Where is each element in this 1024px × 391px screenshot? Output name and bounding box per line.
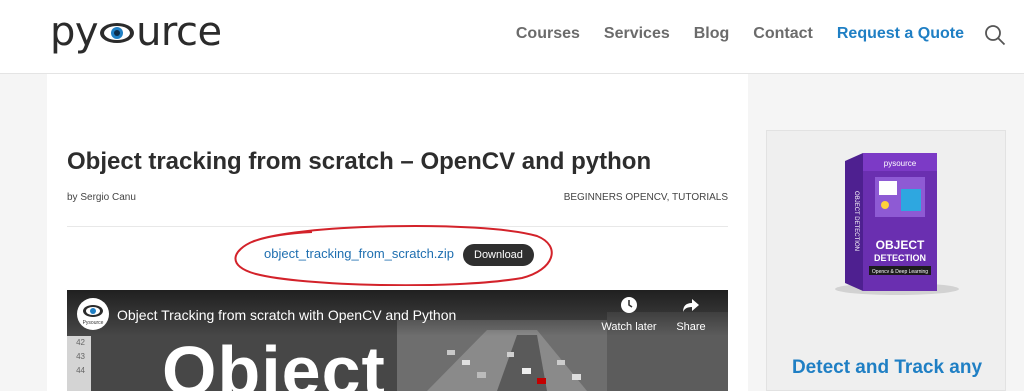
main-nav: Courses Services Blog Contact Request a … xyxy=(516,24,964,44)
nav-courses[interactable]: Courses xyxy=(516,24,580,44)
ruler-mark: 43 xyxy=(76,352,85,361)
article-card: Object tracking from scratch – OpenCV an… xyxy=(47,74,748,391)
video-player[interactable]: 42 43 44 Pysource Object Tracking from s… xyxy=(67,290,728,391)
video-overlay-text: Object xyxy=(162,332,386,391)
nav-blog[interactable]: Blog xyxy=(694,24,730,44)
channel-avatar[interactable]: Pysource xyxy=(77,298,109,330)
ruler-mark: 42 xyxy=(76,338,85,347)
logo-text-start: py xyxy=(50,9,99,55)
share-label: Share xyxy=(676,321,706,333)
search-icon[interactable] xyxy=(984,24,1006,46)
download-button[interactable]: Download xyxy=(463,244,534,266)
sidebar-promo[interactable]: pysource OBJECT DETECTION Opencv & Deep … xyxy=(766,130,1006,391)
book-spine-text: OBJECT DETECTION xyxy=(853,191,859,251)
book-brand: pysource xyxy=(884,159,917,168)
post-categories[interactable]: BEGINNERS OPENCV, TUTORIALS xyxy=(564,192,728,203)
download-box: object_tracking_from_scratch.zip Downloa… xyxy=(232,222,557,286)
book-title-line2: DETECTION xyxy=(874,253,926,263)
share-arrow-icon xyxy=(683,299,699,312)
pysource-logo[interactable]: py urce xyxy=(50,8,222,56)
channel-name: Pysource xyxy=(82,320,104,326)
clock-icon xyxy=(621,297,637,313)
share-button[interactable]: Share xyxy=(671,296,711,333)
download-file-link[interactable]: object_tracking_from_scratch.zip xyxy=(264,246,454,261)
watch-later-button[interactable]: Watch later xyxy=(599,296,659,333)
nav-services[interactable]: Services xyxy=(604,24,670,44)
ruler-mark: 44 xyxy=(76,366,85,375)
promo-headline[interactable]: Detect and Track any xyxy=(767,357,1007,379)
ruler-strip: 42 43 44 xyxy=(67,336,91,391)
post-author[interactable]: by Sergio Canu xyxy=(67,192,136,203)
eye-icon xyxy=(100,23,135,43)
site-header: py urce Courses Services Blog Contact Re… xyxy=(0,0,1024,74)
book-subtitle: Opencv & Deep Learning xyxy=(872,269,928,275)
nav-contact[interactable]: Contact xyxy=(753,24,813,44)
nav-request-quote[interactable]: Request a Quote xyxy=(837,24,964,44)
course-box-image: pysource OBJECT DETECTION Opencv & Deep … xyxy=(835,153,959,295)
watch-later-label: Watch later xyxy=(601,321,657,333)
video-title[interactable]: Object Tracking from scratch with OpenCV… xyxy=(117,307,456,323)
page-title: Object tracking from scratch – OpenCV an… xyxy=(67,148,652,175)
book-title-line1: OBJECT xyxy=(876,238,925,252)
logo-text-end: urce xyxy=(136,9,222,55)
